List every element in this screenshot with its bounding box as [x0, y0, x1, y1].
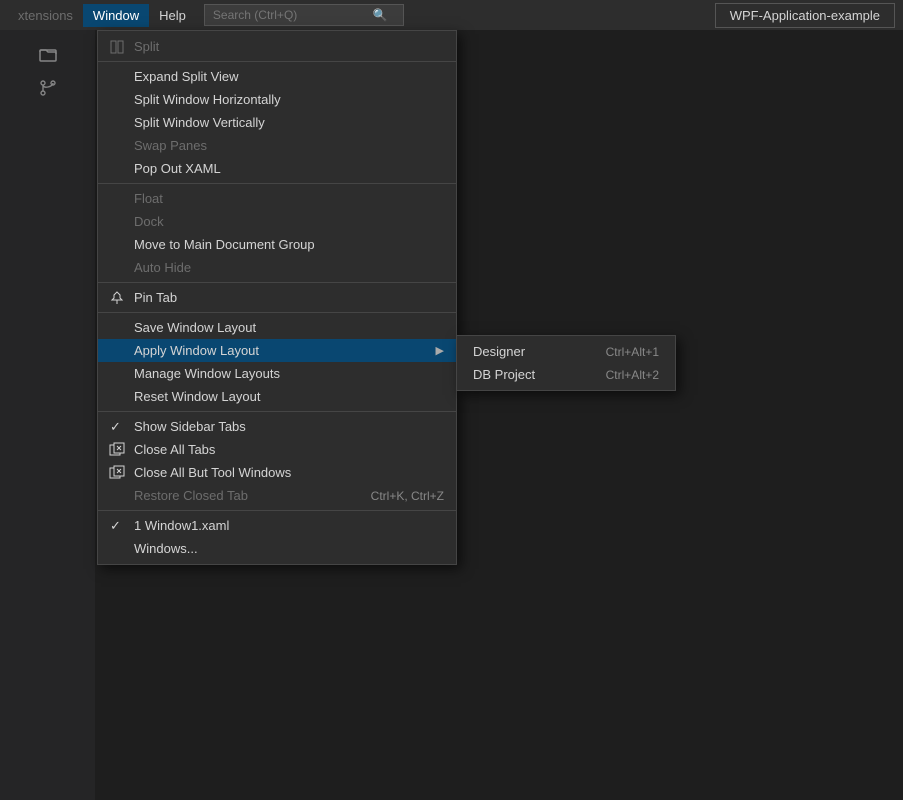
apply-layout-submenu: Designer Ctrl+Alt+1 DB Project Ctrl+Alt+…: [456, 335, 676, 391]
apply-window-layout-item[interactable]: Apply Window Layout ▶ Designer Ctrl+Alt+…: [98, 339, 456, 362]
show-sidebar-tabs-item[interactable]: ✓ Show Sidebar Tabs: [98, 415, 456, 438]
separator-5: [98, 411, 456, 412]
pin-tab-item[interactable]: Pin Tab: [98, 286, 456, 309]
save-window-layout-item[interactable]: Save Window Layout: [98, 316, 456, 339]
close-all-tabs-item[interactable]: Close All Tabs: [98, 438, 456, 461]
app-title: WPF-Application-example: [715, 3, 895, 28]
help-menu-item[interactable]: Help: [149, 4, 196, 27]
separator-1: [98, 61, 456, 62]
close-all-tabs-icon: [108, 441, 126, 459]
menu-bar: xtensions Window Help 🔍 WPF-Application-…: [0, 0, 903, 30]
checkmark-icon: ✓: [110, 419, 121, 435]
search-input[interactable]: [213, 8, 373, 22]
window-dropdown-menu: Split Expand Split View Split Window Hor…: [97, 30, 457, 565]
close-all-but-tool-windows-item[interactable]: Close All But Tool Windows: [98, 461, 456, 484]
separator-3: [98, 282, 456, 283]
windows-item[interactable]: Windows...: [98, 537, 456, 560]
pop-out-xaml-item[interactable]: Pop Out XAML: [98, 157, 456, 180]
window-menu-item[interactable]: Window: [83, 4, 149, 27]
search-icon[interactable]: 🔍: [373, 8, 388, 22]
auto-hide-item[interactable]: Auto Hide: [98, 256, 456, 279]
split-window-vertically-item[interactable]: Split Window Vertically: [98, 111, 456, 134]
pin-icon: [108, 289, 126, 307]
extensions-menu-item[interactable]: xtensions: [8, 4, 83, 27]
split-icon: [108, 38, 126, 56]
designer-submenu-item[interactable]: Designer Ctrl+Alt+1: [457, 340, 675, 363]
search-box[interactable]: 🔍: [204, 4, 404, 26]
close-all-but-tool-icon: [108, 464, 126, 482]
git-icon[interactable]: [30, 74, 66, 102]
db-project-submenu-item[interactable]: DB Project Ctrl+Alt+2: [457, 363, 675, 386]
manage-window-layouts-item[interactable]: Manage Window Layouts: [98, 362, 456, 385]
submenu-arrow-icon: ▶: [412, 344, 444, 357]
checkmark-window1-icon: ✓: [110, 518, 121, 534]
side-panel: [0, 30, 95, 800]
float-item[interactable]: Float: [98, 187, 456, 210]
split-menu-item[interactable]: Split: [98, 35, 456, 58]
separator-6: [98, 510, 456, 511]
separator-4: [98, 312, 456, 313]
swap-panes-item[interactable]: Swap Panes: [98, 134, 456, 157]
expand-split-view-item[interactable]: Expand Split View: [98, 65, 456, 88]
split-window-horizontally-item[interactable]: Split Window Horizontally: [98, 88, 456, 111]
move-to-main-doc-group-item[interactable]: Move to Main Document Group: [98, 233, 456, 256]
folder-icon[interactable]: [30, 40, 66, 68]
window1-item[interactable]: ✓ 1 Window1.xaml: [98, 514, 456, 537]
reset-window-layout-item[interactable]: Reset Window Layout: [98, 385, 456, 408]
restore-closed-tab-item[interactable]: Restore Closed Tab Ctrl+K, Ctrl+Z: [98, 484, 456, 507]
separator-2: [98, 183, 456, 184]
dock-item[interactable]: Dock: [98, 210, 456, 233]
